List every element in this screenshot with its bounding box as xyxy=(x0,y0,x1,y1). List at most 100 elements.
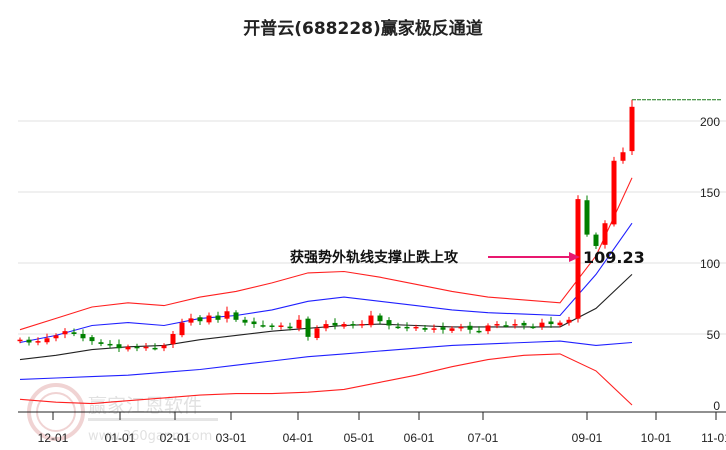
candle xyxy=(161,343,167,352)
candle-body xyxy=(368,315,374,326)
y-tick-label: 50 xyxy=(707,328,721,342)
candle-body xyxy=(557,322,563,326)
candle-body xyxy=(629,106,635,152)
candle xyxy=(107,340,113,349)
x-tick-label: 01-01 xyxy=(105,431,136,445)
candle xyxy=(368,310,374,328)
candle xyxy=(269,323,275,330)
candle-body xyxy=(458,326,464,329)
candle xyxy=(404,322,410,332)
candle-body xyxy=(539,322,545,327)
candle xyxy=(503,321,509,328)
candle-body xyxy=(611,160,617,225)
channel-bands xyxy=(19,177,633,406)
candle xyxy=(485,323,491,335)
candle xyxy=(350,321,356,329)
x-tick-label: 07-01 xyxy=(468,431,499,445)
candle xyxy=(386,317,392,330)
candle xyxy=(224,306,230,323)
candle-body xyxy=(305,318,311,337)
candle xyxy=(305,316,311,341)
candle-body xyxy=(206,315,212,323)
candle xyxy=(278,322,284,330)
candle-body xyxy=(260,325,266,327)
candle-body xyxy=(359,324,365,326)
candle xyxy=(629,99,635,155)
candle-body xyxy=(377,315,383,322)
candle xyxy=(521,320,527,330)
candle-body xyxy=(269,325,275,327)
candle-body xyxy=(296,319,302,329)
candle xyxy=(377,313,383,325)
candle xyxy=(395,322,401,330)
annotation-text: 获强势外轨线支撑止跌上攻 xyxy=(290,249,459,266)
candle-body xyxy=(278,325,284,327)
candle-body xyxy=(476,330,482,333)
candle xyxy=(548,316,554,328)
candle-body xyxy=(17,339,23,342)
candle-body xyxy=(602,223,608,245)
candle-body xyxy=(62,331,68,335)
x-tick-label: 05-01 xyxy=(344,431,375,445)
candle xyxy=(575,195,581,323)
candle xyxy=(233,310,239,322)
watermark-brand: 赢家江恩软件 xyxy=(88,395,202,417)
candle xyxy=(593,232,599,249)
candle xyxy=(611,156,617,227)
candle-body xyxy=(71,332,77,334)
candle xyxy=(620,147,626,164)
candle-body xyxy=(386,320,392,326)
candle-body xyxy=(485,325,491,332)
candle-body xyxy=(107,343,113,346)
candle-body xyxy=(620,152,626,161)
candle-body xyxy=(242,319,248,323)
candle-body xyxy=(467,325,473,330)
candle xyxy=(116,339,122,353)
candle-body xyxy=(188,318,194,323)
candle-body xyxy=(449,328,455,331)
x-tick-label: 02-01 xyxy=(160,431,191,445)
candle xyxy=(44,333,50,345)
candle xyxy=(89,334,95,345)
candle xyxy=(98,339,104,347)
candle-body xyxy=(593,234,599,246)
candle xyxy=(251,317,257,328)
candle xyxy=(80,329,86,342)
candle-body xyxy=(26,339,32,343)
candle-body xyxy=(440,327,446,330)
candle xyxy=(467,321,473,334)
candle-body xyxy=(125,346,131,350)
candle-body xyxy=(152,347,158,350)
candle-body xyxy=(143,346,149,349)
candle-body xyxy=(161,345,167,349)
candle xyxy=(530,323,536,330)
band-middle xyxy=(19,274,633,361)
candle-body xyxy=(413,326,419,329)
candle-body xyxy=(350,324,356,326)
grid-lines xyxy=(18,120,726,335)
annotation-value: 109.23 xyxy=(583,248,645,267)
candle-body xyxy=(503,325,509,327)
y-tick-label: 200 xyxy=(700,115,720,129)
candle-body xyxy=(53,335,59,339)
candle xyxy=(152,343,158,351)
candle xyxy=(584,195,590,237)
candle-body xyxy=(431,328,437,330)
candle-body xyxy=(575,199,581,319)
candle xyxy=(323,320,329,332)
candle xyxy=(440,322,446,334)
y-tick-label: 100 xyxy=(700,257,720,271)
candle-body xyxy=(395,326,401,329)
candle xyxy=(242,316,248,326)
candle xyxy=(215,311,221,323)
candle-body xyxy=(548,321,554,325)
x-tick-label: 03-01 xyxy=(216,431,247,445)
candle-body xyxy=(197,317,203,322)
candle-body xyxy=(215,315,221,320)
x-tick-label: 11-01 xyxy=(701,431,726,445)
candle xyxy=(125,344,131,352)
candle-body xyxy=(89,337,95,342)
candle xyxy=(341,321,347,329)
candle xyxy=(359,320,365,329)
candle xyxy=(197,315,203,326)
